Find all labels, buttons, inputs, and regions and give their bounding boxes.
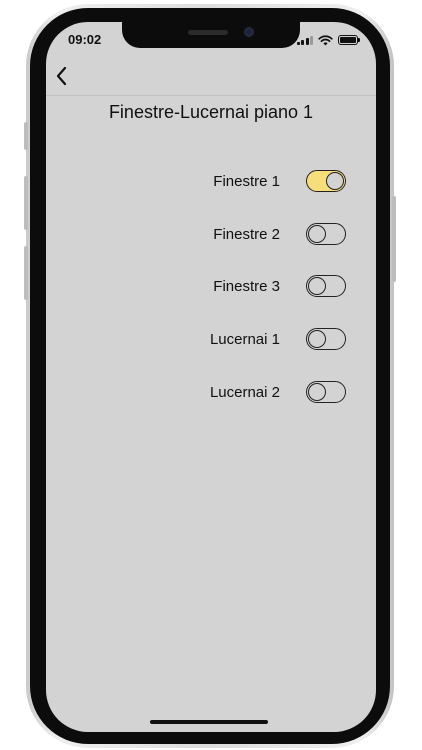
volume-up-button [24,176,28,230]
toggle-row-lucernai-1: Lucernai 1 [210,326,346,352]
status-icons [296,34,360,46]
toggle-switch-finestre-3[interactable] [306,275,346,297]
wifi-icon [318,34,333,45]
device-mockup: 09:02 Finestre-Lucernai piano 1 Finestre… [0,0,422,750]
volume-down-button [24,246,28,300]
cellular-signal-icon [296,35,313,45]
toggle-switch-lucernai-1[interactable] [306,328,346,350]
status-time: 09:02 [68,32,102,47]
toggle-row-finestre-3: Finestre 3 [213,273,346,299]
back-button[interactable] [48,62,76,90]
toggle-row-finestre-2: Finestre 2 [213,221,346,247]
toggle-row-finestre-1: Finestre 1 [213,168,346,194]
notch [122,22,300,48]
power-button [392,196,396,282]
toggle-label: Finestre 1 [213,172,280,190]
toggle-switch-finestre-2[interactable] [306,223,346,245]
speaker-grille [188,30,228,35]
chevron-left-icon [56,66,67,86]
home-indicator[interactable] [150,720,268,724]
toggle-knob [308,329,326,348]
toggle-switch-finestre-1[interactable] [306,170,346,192]
toggle-knob [308,276,326,295]
toggle-label: Lucernai 1 [209,330,280,348]
toggle-label: Finestre 3 [213,277,280,295]
battery-icon [338,35,360,45]
navigation-bar [46,56,376,96]
toggle-label: Lucernai 2 [209,383,280,401]
toggle-knob [308,224,326,243]
toggle-label: Finestre 2 [213,225,280,243]
front-camera [244,27,254,37]
toggle-row-lucernai-2: Lucernai 2 [210,379,346,405]
silent-switch [24,122,28,150]
toggle-switch-lucernai-2[interactable] [306,381,346,403]
page-title: Finestre-Lucernai piano 1 [108,102,314,122]
app-screen: 09:02 Finestre-Lucernai piano 1 Finestre… [46,22,376,732]
toggle-knob [326,171,344,190]
toggle-knob [308,382,326,401]
